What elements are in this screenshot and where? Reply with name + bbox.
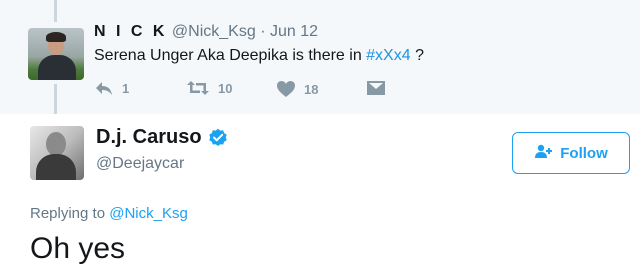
retweet-icon: [186, 80, 210, 96]
author-handle[interactable]: @Deejaycar: [96, 155, 184, 173]
hashtag-link[interactable]: #xXx4: [366, 47, 410, 64]
tweet-text: Oh yes: [30, 232, 126, 265]
reply-count: 1: [122, 80, 130, 96]
parent-handle[interactable]: @Nick_Ksg: [172, 23, 256, 40]
author-name-row: D.j. Caruso: [96, 126, 228, 149]
reply-icon: [94, 80, 114, 96]
replying-prefix: Replying to: [30, 205, 110, 222]
retweet-button[interactable]: 10: [186, 80, 232, 96]
parent-display-name[interactable]: N I C K: [94, 23, 167, 40]
parent-text-before: Serena Unger Aka Deepika is there in: [94, 47, 367, 64]
verified-badge-icon: [208, 128, 228, 148]
direct-message-icon: [366, 80, 386, 96]
like-count: 18: [304, 81, 319, 97]
replying-to-line: Replying to @Nick_Ksg: [30, 205, 188, 222]
parent-tweet-header: N I C K @Nick_Ksg · Jun 12: [94, 23, 318, 41]
author-display-name[interactable]: D.j. Caruso: [96, 126, 202, 149]
follow-button[interactable]: Follow: [512, 132, 630, 174]
replying-mention-link[interactable]: @Nick_Ksg: [109, 205, 188, 222]
author-avatar[interactable]: [30, 126, 84, 180]
parent-date[interactable]: Jun 12: [270, 23, 318, 40]
follow-label: Follow: [560, 144, 608, 162]
follow-person-icon: [534, 144, 560, 162]
reply-button[interactable]: 1: [94, 80, 129, 96]
header-separator: ·: [260, 23, 266, 40]
thread-line-bottom: [54, 84, 57, 114]
parent-tweet-text: Serena Unger Aka Deepika is there in #xX…: [94, 47, 424, 65]
direct-message-button[interactable]: [366, 80, 386, 96]
parent-text-after: ?: [410, 47, 424, 64]
parent-avatar[interactable]: [28, 28, 84, 80]
like-button[interactable]: 18: [276, 80, 318, 98]
like-icon: [276, 80, 296, 98]
retweet-count: 10: [218, 80, 233, 96]
thread-line-top: [54, 0, 57, 22]
